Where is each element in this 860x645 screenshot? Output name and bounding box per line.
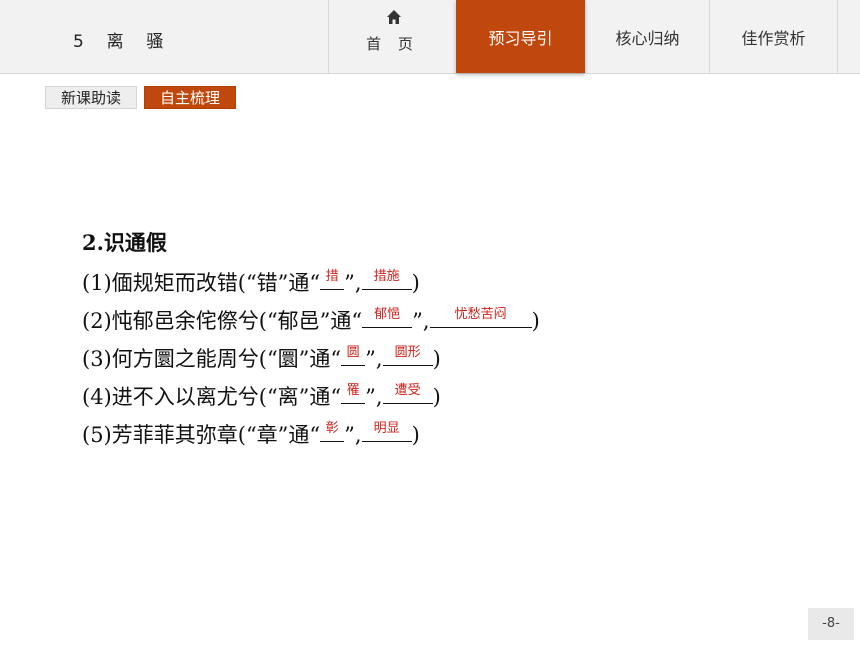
nav-home-label: 首 页 <box>366 35 419 53</box>
line-suffix: ) <box>411 271 420 295</box>
nav-divider <box>837 0 860 73</box>
line-suffix: ) <box>531 309 540 333</box>
exercise-line: (4)进不入以离尤兮(“离”通“ 罹”, 遭受) <box>82 378 540 416</box>
line-prefix: (4)进不入以离尤兮(“离”通“ <box>82 385 342 409</box>
line-prefix: (3)何方圜之能周兮(“圜”通“ <box>82 347 342 371</box>
heading-number: 2 <box>82 230 97 255</box>
page-number: -8- <box>808 608 854 640</box>
line-mid: ”, <box>412 309 430 333</box>
answer-blank[interactable]: 忧愁苦闷 <box>429 303 532 328</box>
answer-blank[interactable]: 圆 <box>341 341 366 366</box>
answer-blank[interactable]: 措施 <box>361 265 412 290</box>
answer-blank[interactable]: 罹 <box>341 379 366 404</box>
line-prefix: (5)芳菲菲其弥章(“章”通“ <box>82 423 321 447</box>
line-suffix: ) <box>432 385 441 409</box>
exercise-line: (1)偭规矩而改错(“错”通“ 措”, 措施) <box>82 264 540 302</box>
nav-summary-label: 核心归纳 <box>615 29 680 48</box>
subtab-new-lesson[interactable]: 新课助读 <box>45 86 137 109</box>
line-suffix: ) <box>432 347 441 371</box>
nav-preview-label: 预习导引 <box>488 29 553 48</box>
answer-blank[interactable]: 措 <box>320 265 345 290</box>
section-heading: 2.识通假 <box>82 226 540 264</box>
nav-preview[interactable]: 预习导引 <box>456 0 585 73</box>
nav-summary[interactable]: 核心归纳 <box>585 0 709 73</box>
subtab-self-study[interactable]: 自主梳理 <box>144 86 236 109</box>
exercise-content: 2.识通假 (1)偭规矩而改错(“错”通“ 措”, 措施) (2)忳郁邑余侘傺兮(“… <box>82 226 540 454</box>
exercise-line: (3)何方圜之能周兮(“圜”通“ 圆”, 圆形) <box>82 340 540 378</box>
heading-text: .识通假 <box>96 230 167 255</box>
lesson-title: 5 离 骚 <box>73 32 168 52</box>
line-mid: ”, <box>344 271 362 295</box>
answer-blank[interactable]: 郁悒 <box>362 303 413 328</box>
line-suffix: ) <box>411 423 420 447</box>
nav-appreciate-label: 佳作赏析 <box>741 29 806 48</box>
answer-blank[interactable]: 遭受 <box>382 379 433 404</box>
exercise-line: (5)芳菲菲其弥章(“章”通“ 彰”, 明显) <box>82 416 540 454</box>
nav-appreciate[interactable]: 佳作赏析 <box>709 0 837 73</box>
line-mid: ”, <box>365 385 383 409</box>
line-mid: ”, <box>365 347 383 371</box>
nav-home[interactable]: 首 页 <box>328 0 456 73</box>
line-prefix: (1)偭规矩而改错(“错”通“ <box>82 271 321 295</box>
answer-blank[interactable]: 明显 <box>361 417 412 442</box>
line-mid: ”, <box>344 423 362 447</box>
home-icon <box>387 10 401 24</box>
line-prefix: (2)忳郁邑余侘傺兮(“郁邑”通“ <box>82 309 363 333</box>
answer-blank[interactable]: 彰 <box>320 417 345 442</box>
exercise-line: (2)忳郁邑余侘傺兮(“郁邑”通“ 郁悒”, 忧愁苦闷) <box>82 302 540 340</box>
top-navigation-bar: 5 离 骚 首 页 预习导引 核心归纳 佳作赏析 <box>0 0 860 74</box>
answer-blank[interactable]: 圆形 <box>382 341 433 366</box>
